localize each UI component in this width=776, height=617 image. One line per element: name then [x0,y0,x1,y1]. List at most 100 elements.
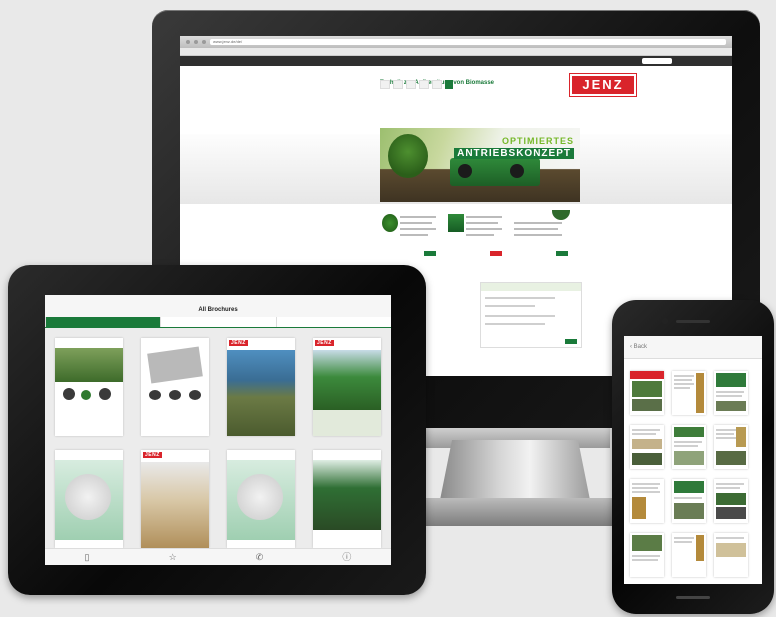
phone-icon[interactable]: ✆ [256,549,264,565]
more-button[interactable] [424,251,436,256]
page-thumbnail[interactable] [714,425,748,469]
brochure-image [313,460,381,530]
page-thumbnail[interactable] [672,533,706,577]
text-line [674,387,690,389]
page-thumbnail-grid [624,359,762,584]
text-line [632,433,656,435]
page-image [632,381,662,397]
text-line [716,487,740,489]
monitor-stand [440,440,590,500]
info-icon[interactable]: ⓘ [342,549,351,565]
page-image [674,503,704,519]
disc-graphic [65,474,111,520]
book-icon[interactable]: ▯ [85,549,90,565]
text-line [674,541,692,543]
page-thumbnail[interactable] [630,425,664,469]
home-indicator[interactable] [676,596,710,599]
page-thumbnail[interactable] [630,533,664,577]
brochure-card[interactable]: JENZ [227,338,295,436]
page-thumbnail[interactable] [672,371,706,415]
page-thumbnail[interactable] [714,479,748,523]
feature-teaser[interactable] [380,208,440,258]
brochure-card[interactable] [313,450,381,548]
tablet-screen: All Brochures JENZ JENZ JENZ ▯ ☆ ✆ ⓘ [45,295,391,565]
page-thumbnail[interactable] [630,479,664,523]
camera-icon [662,318,668,324]
brochure-card[interactable]: JENZ [141,450,209,548]
page-thumbnail[interactable] [714,371,748,415]
text-line [674,375,694,377]
text-line [716,433,734,435]
feature-teaser[interactable] [512,208,572,258]
nav-item[interactable] [419,80,429,89]
text-line [716,429,736,431]
text-line [400,216,436,218]
feature-teaser[interactable] [446,208,506,258]
browser-toolbar: www.jenz.de/de/ [180,36,732,48]
site-header: Technik zur Aufbereitung von Biomasse JE… [180,66,732,102]
text-line [400,222,432,224]
site-search-input[interactable] [642,58,672,64]
text-line [466,234,494,236]
text-line [632,559,658,561]
text-line [674,497,702,499]
page-image [696,535,704,561]
page-image [674,427,704,437]
tab-second[interactable] [160,317,275,327]
hero-banner[interactable]: OPTIMIERTES ANTRIEBSKONZEPT [380,128,580,202]
text-line [400,234,428,236]
page-thumbnail[interactable] [672,479,706,523]
page-thumbnail[interactable] [630,371,664,415]
page-image [716,507,746,519]
text-line [716,395,742,397]
machine-thumb [169,390,181,400]
nav-item[interactable] [393,80,403,89]
nav-search-button[interactable] [445,80,453,89]
text-line [716,537,744,539]
star-icon[interactable]: ☆ [169,549,177,565]
disc-graphic [237,474,283,520]
brochure-card[interactable] [55,338,123,436]
nav-item[interactable] [432,80,442,89]
more-button[interactable] [556,251,568,256]
hero-title-line1: OPTIMIERTES [501,136,574,146]
speaker-grille [676,320,710,323]
more-button[interactable] [490,251,502,256]
monitor-base [415,498,635,526]
brochure-image [55,348,123,382]
info-box-header [481,283,581,291]
brochure-card[interactable] [141,338,209,436]
page-header [630,371,664,379]
page-title[interactable]: All Brochures [45,303,391,317]
page-thumbnail[interactable] [672,425,706,469]
brochure-card[interactable] [227,450,295,548]
jenz-logo[interactable]: JENZ [569,73,637,97]
hero-title-line2: ANTRIEBSKONZEPT [454,148,574,159]
info-button[interactable] [565,339,577,344]
nav-item[interactable] [406,80,416,89]
tab-all[interactable] [45,317,161,327]
window-maximize-icon[interactable] [202,40,206,44]
window-minimize-icon[interactable] [194,40,198,44]
text-line [466,228,502,230]
text-line [674,383,694,385]
brochure-card[interactable]: JENZ [313,338,381,436]
text-line [485,305,535,307]
site-navigation [380,80,453,89]
window-close-icon[interactable] [186,40,190,44]
page-thumbnail[interactable] [714,533,748,577]
text-line [466,222,498,224]
text-line [485,315,555,317]
phone-header: ‹ Back [624,336,762,359]
address-bar[interactable]: www.jenz.de/de/ [210,39,726,45]
tab-third[interactable] [275,317,391,327]
brochure-image [313,350,381,410]
nav-item[interactable] [380,80,390,89]
text-line [716,437,736,439]
brochure-card[interactable] [55,450,123,548]
machine-graphic [450,158,540,186]
page-image [632,399,662,411]
back-button[interactable]: ‹ Back [630,336,647,358]
feature-teasers [380,208,572,258]
page-image [736,427,746,447]
